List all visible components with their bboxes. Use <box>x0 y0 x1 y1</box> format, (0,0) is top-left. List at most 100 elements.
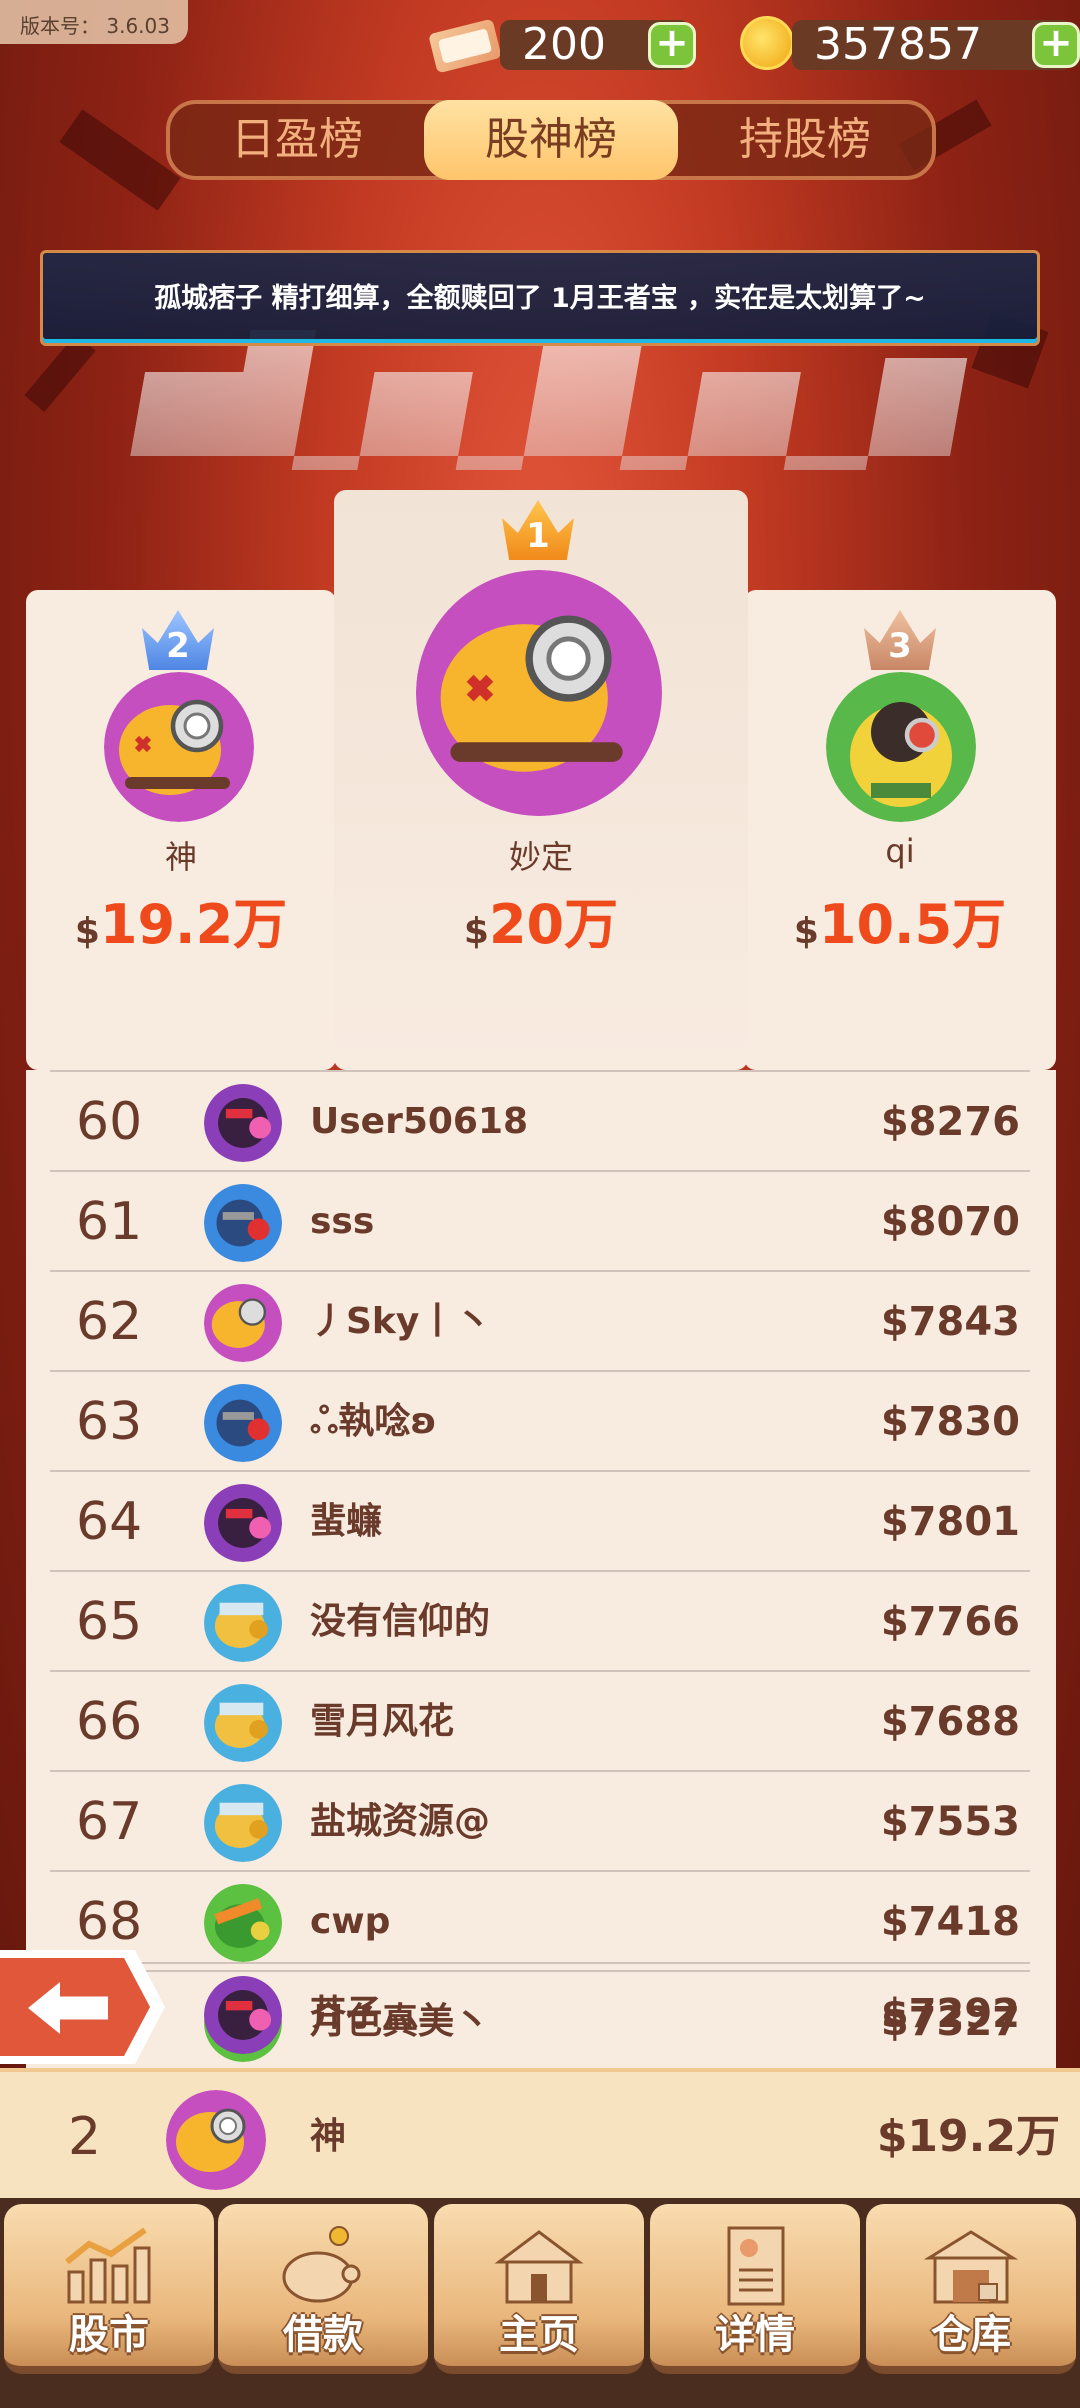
podium-third-value: $10.5万 <box>744 880 1056 959</box>
list-item[interactable]: 66 雪月风花 $7688 <box>50 1670 1030 1770</box>
version-label: 版本号： 3.6.03 <box>0 0 188 44</box>
row-value: $8276 <box>880 1099 1020 1145</box>
row-rank: 66 <box>76 1692 143 1752</box>
bottom-nav: 股市 借款 主页 详情 仓库 <box>0 2198 1080 2408</box>
currency-symbol: $ <box>463 911 489 952</box>
coin-value: 357857 <box>814 19 982 70</box>
my-value: $19.2万 <box>876 2111 1060 2162</box>
list-item[interactable]: 65 没有信仰的 $7766 <box>50 1570 1030 1670</box>
add-cash-button[interactable]: + <box>648 22 696 68</box>
row-avatar <box>204 1184 282 1262</box>
row-avatar <box>204 1384 282 1462</box>
nav-label: 股市 <box>69 2312 149 2358</box>
row-value: $7843 <box>880 1299 1020 1345</box>
nav-label: 仓库 <box>931 2312 1011 2358</box>
nav-warehouse[interactable]: 仓库 <box>866 2204 1076 2374</box>
avatar-third[interactable] <box>826 672 976 822</box>
row-avatar <box>204 1684 282 1762</box>
nav-label: 主页 <box>499 2312 579 2358</box>
row-avatar <box>204 1976 282 2054</box>
house-icon <box>494 2230 584 2304</box>
row-name: 雪月风花 <box>310 1701 455 1742</box>
podium-second-value: $19.2万 <box>26 880 336 959</box>
podium-second-name: 神 <box>164 838 197 876</box>
back-button-face <box>0 1958 150 2056</box>
row-value: $7292 <box>880 1991 1020 2037</box>
row-name: 盐城资源@ <box>310 1801 491 1842</box>
podium-first-name: 妙定 <box>508 838 573 876</box>
list-item[interactable]: 61 sss $8070 <box>50 1170 1030 1270</box>
row-value: $8070 <box>880 1199 1020 1245</box>
row-avatar <box>204 1084 282 1162</box>
list-item[interactable]: 67 盐城资源@ $7553 <box>50 1770 1030 1870</box>
ranking-list: 60 User50618 $8276 61 sss $8070 62 丿Sky丨… <box>26 1070 1056 2070</box>
title-banner-art <box>128 330 973 470</box>
nav-loan[interactable]: 借款 <box>218 2204 428 2374</box>
row-name: 没有信仰的 <box>310 1601 491 1642</box>
leaderboard-tabs: 日盈榜 股神榜 持股榜 <box>166 100 936 180</box>
row-name: User50618 <box>310 1101 529 1142</box>
row-value: $7830 <box>880 1399 1020 1445</box>
nav-stock-market[interactable]: 股市 <box>4 2204 214 2374</box>
row-name: cwp <box>310 1901 391 1942</box>
row-rank: 62 <box>76 1292 143 1352</box>
row-rank: 61 <box>76 1192 143 1252</box>
background-shard <box>59 109 181 211</box>
row-value: $7553 <box>880 1799 1020 1845</box>
document-icon <box>727 2226 785 2306</box>
row-rank: 63 <box>76 1392 143 1452</box>
my-rank-bar: 2 神 $19.2万 <box>0 2068 1080 2198</box>
piggy-bank-icon <box>282 2226 361 2303</box>
row-avatar <box>204 1484 282 1562</box>
crown-rank-3: 3 <box>888 626 912 666</box>
row-value: $7766 <box>880 1599 1020 1645</box>
back-button[interactable] <box>0 1950 165 2064</box>
crown-rank-1: 1 <box>526 516 550 556</box>
list-item[interactable]: 64 蜚蠊 $7801 <box>50 1470 1030 1570</box>
nav-home[interactable]: 主页 <box>434 2204 644 2374</box>
row-value: $7418 <box>880 1899 1020 1945</box>
list-item[interactable]: 62 丿Sky丨丶 $7843 <box>50 1270 1030 1370</box>
podium-first-amount: 20万 <box>488 893 619 956</box>
row-avatar <box>204 1584 282 1662</box>
row-name: 芥子灬 <box>310 1993 419 2034</box>
row-avatar <box>204 1284 282 1362</box>
warehouse-icon <box>923 2230 1019 2304</box>
crown-rank-2: 2 <box>166 626 190 666</box>
currency-symbol: $ <box>74 911 100 952</box>
podium-third-amount: 10.5万 <box>818 893 1007 956</box>
podium-first-value: $20万 <box>334 880 748 959</box>
nav-details[interactable]: 详情 <box>650 2204 860 2374</box>
row-name: ஃ執唸ʚ <box>310 1401 437 1442</box>
my-name: 神 <box>310 2116 347 2157</box>
cash-value: 200 <box>522 19 606 70</box>
row-avatar <box>204 1784 282 1862</box>
list-item[interactable]: 63 ஃ執唸ʚ $7830 <box>50 1370 1030 1470</box>
row-rank: 67 <box>76 1792 143 1852</box>
my-rank: 2 <box>68 2107 102 2167</box>
currency-symbol: $ <box>793 911 819 952</box>
list-item[interactable]: 芥子灬 $7292 <box>50 1962 1030 2062</box>
coin-icon <box>740 16 794 70</box>
list-item[interactable]: 68 cwp $7418 <box>50 1870 1030 1970</box>
row-value: $7688 <box>880 1699 1020 1745</box>
coin-counter: 357857 + <box>792 19 1080 70</box>
tab-holdings[interactable]: 持股榜 <box>678 104 932 176</box>
row-value: $7801 <box>880 1499 1020 1545</box>
cash-counter: 200 + <box>500 19 696 70</box>
add-coin-button[interactable]: + <box>1032 22 1080 68</box>
tab-stock-god[interactable]: 股神榜 <box>424 100 678 180</box>
nav-label: 详情 <box>715 2312 795 2358</box>
row-rank: 64 <box>76 1492 143 1552</box>
tab-daily-profit[interactable]: 日盈榜 <box>170 104 424 176</box>
row-avatar <box>204 1884 282 1962</box>
my-avatar[interactable] <box>166 2090 266 2190</box>
arrow-left-icon <box>28 1982 108 2034</box>
podium-second-amount: 19.2万 <box>99 893 288 956</box>
avatar-first[interactable] <box>416 570 662 816</box>
list-item[interactable]: 60 User50618 $8276 <box>50 1070 1030 1170</box>
row-rank: 60 <box>76 1092 143 1152</box>
podium-third-name: qi <box>885 832 915 870</box>
avatar-second[interactable] <box>104 672 254 822</box>
row-name: 丿Sky丨丶 <box>310 1301 492 1342</box>
